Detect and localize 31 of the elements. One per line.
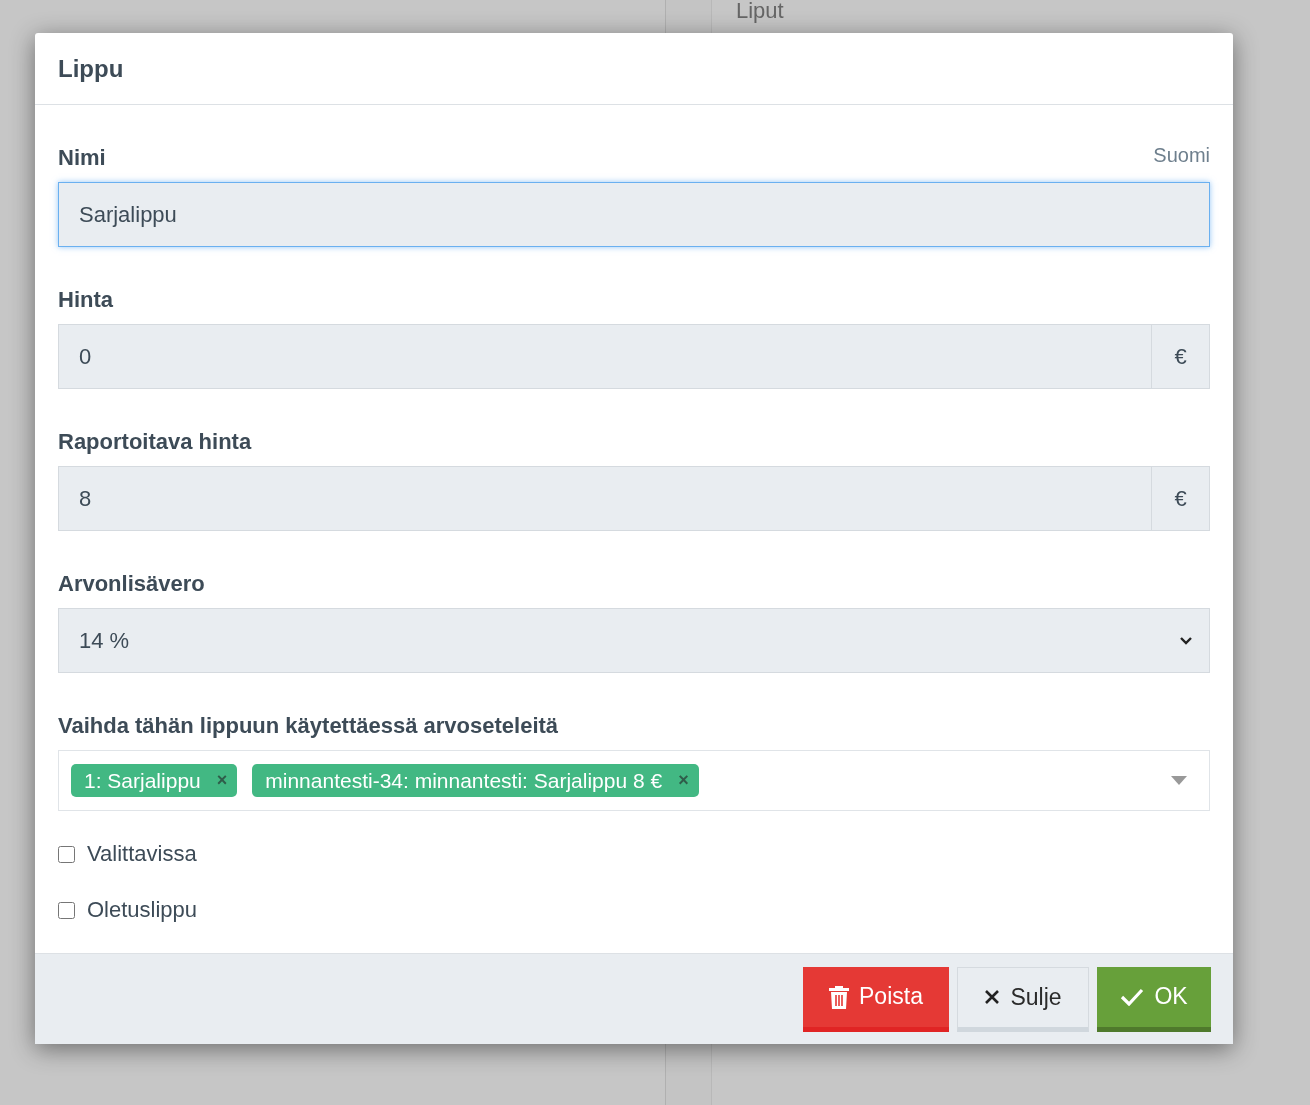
voucher-tag: 1: Sarjalippu × [71,764,238,798]
checkmark-icon [1120,987,1145,1006]
currency-addon: € [1152,466,1210,532]
field-label: Raportoitava hinta [58,429,252,455]
close-icon [984,989,1001,1006]
delete-button[interactable]: Poista [803,966,949,1032]
currency-addon: € [1152,324,1210,390]
dialog-title: Lippu [58,53,124,84]
checkbox-label: Valittavissa [87,841,197,868]
price-input-field[interactable]: 0 [58,324,1152,390]
remove-tag-button[interactable]: × [216,767,228,795]
field-label: Nimi [58,145,106,171]
price-input-field[interactable]: 8 [58,466,1152,532]
language-link[interactable]: Suomi [1153,140,1210,171]
ok-button[interactable]: OK [1097,966,1211,1032]
name-input-field[interactable]: Sarjalippu [58,182,1210,248]
voucher-tag: minnantesti-34: minnantesti: Sarjalippu 8 € × [252,764,699,798]
checkbox[interactable] [58,845,75,863]
field-label: Arvonlisävero [58,571,205,597]
checkbox[interactable] [58,901,75,919]
checkbox-label: Oletuslippu [87,897,198,924]
trash-icon [829,984,850,1009]
page-heading: Liput [736,0,785,22]
voucher-multiselect[interactable]: 1: Sarjalippu × minnantesti-34: minnantesti: Sarjalippu 8 € × [58,750,1210,812]
field-label: Vaihda tähän lippuun käytettäessä arvoseteleitä [58,713,559,739]
remove-tag-button[interactable]: × [678,767,689,795]
vat-select[interactable]: 14 % [58,608,1210,674]
dropdown-caret-icon [1171,776,1187,786]
close-button[interactable]: Sulje [957,966,1089,1032]
chevron-down-icon [1179,635,1193,646]
field-label: Hinta [58,287,113,313]
